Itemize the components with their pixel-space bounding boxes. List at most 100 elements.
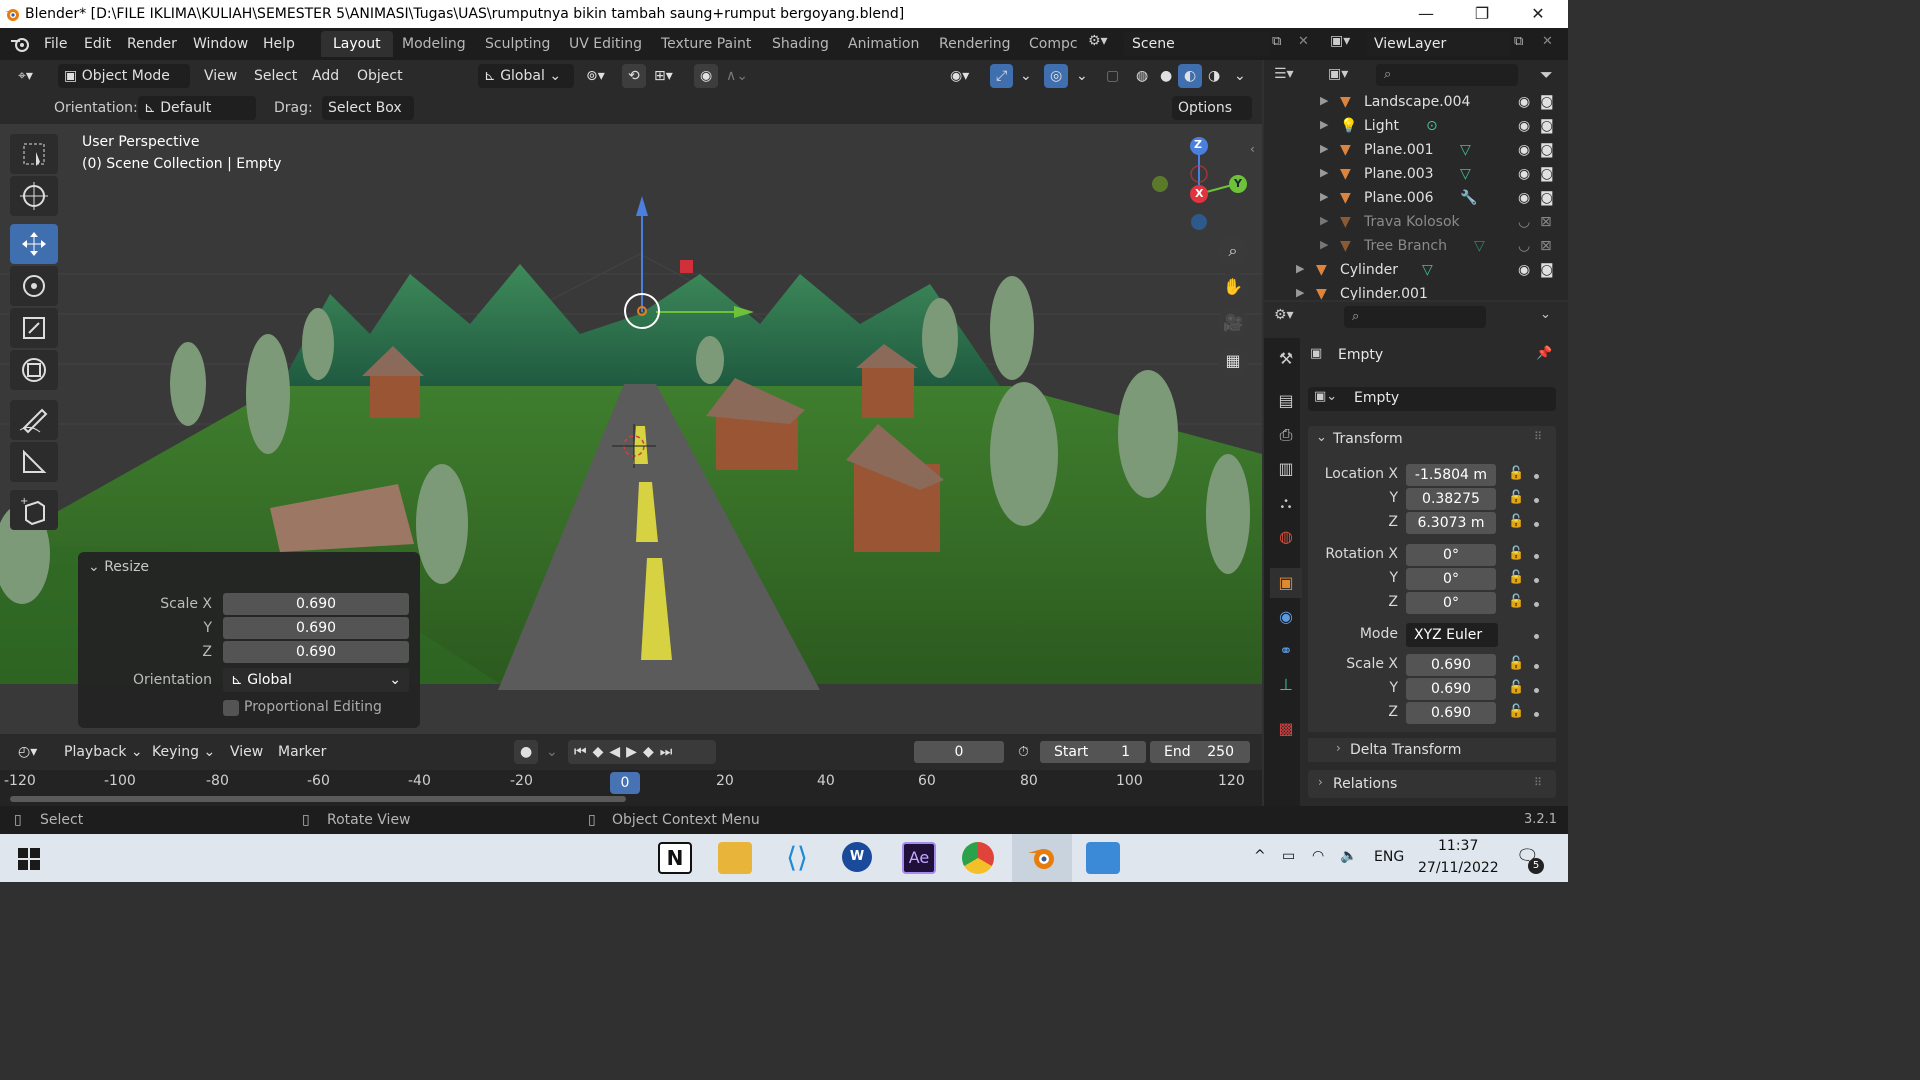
delete-viewlayer-icon[interactable]: ✕ xyxy=(1542,34,1558,49)
keyframe-dot-icon[interactable] xyxy=(1534,634,1539,639)
resize-scale-x-field[interactable]: 0.690 xyxy=(223,593,409,615)
viewlayer-selector-icon[interactable]: ▣▾ xyxy=(1330,33,1364,49)
scale-y-field[interactable]: 0.690 xyxy=(1406,678,1496,700)
pin-icon[interactable]: 📌 xyxy=(1536,346,1552,361)
camera-render-icon[interactable]: ◙ xyxy=(1540,118,1554,134)
expand-arrow-icon[interactable]: ▶ xyxy=(1296,262,1304,275)
windows-start-icon[interactable] xyxy=(18,848,40,870)
eye-closed-icon[interactable]: ◡ xyxy=(1518,214,1530,230)
camera-render-icon[interactable]: ◙ xyxy=(1540,262,1554,278)
chevron-up-icon[interactable]: ^ xyxy=(1254,848,1266,864)
camera-render-disabled-icon[interactable]: ⊠ xyxy=(1540,238,1552,254)
keyframe-dot-icon[interactable] xyxy=(1534,474,1539,479)
viewlayer-name-field[interactable]: ViewLayer xyxy=(1366,32,1510,56)
lock-icon[interactable]: 🔓 xyxy=(1508,514,1524,529)
rotation-mode-dropdown[interactable]: XYZ Euler ⌄ xyxy=(1406,623,1498,667)
overlays-toggle-icon[interactable]: ◎ xyxy=(1044,64,1069,88)
jump-end-icon[interactable]: ⏭ xyxy=(660,744,679,760)
scale-tool-icon[interactable] xyxy=(10,308,58,348)
minimize-button[interactable]: — xyxy=(1398,0,1454,28)
language-indicator[interactable]: ENG xyxy=(1374,849,1404,865)
camera-render-icon[interactable]: ◙ xyxy=(1540,166,1554,182)
proportional-edit-icon[interactable]: ◉ xyxy=(694,64,719,88)
next-keyframe-icon[interactable]: ◆ xyxy=(643,744,660,760)
vscode-icon[interactable]: ⟨⟩ xyxy=(780,842,814,874)
resize-orientation-dropdown[interactable]: ⊾ Global ⌄ xyxy=(223,668,409,692)
location-x-field[interactable]: -1.5804 m xyxy=(1406,464,1496,486)
eye-icon[interactable]: ◉ xyxy=(1518,94,1530,110)
relations-panel-header[interactable]: › Relations ⠿ xyxy=(1308,770,1556,798)
material-preview-shading-icon[interactable]: ◐ xyxy=(1178,64,1203,88)
object-tab-icon[interactable]: ▣ xyxy=(1270,568,1302,598)
gizmo-dropdown-icon[interactable]: ⌄ xyxy=(1014,64,1038,88)
scale-z-field[interactable]: 0.690 xyxy=(1406,702,1496,724)
annotate-tool-icon[interactable] xyxy=(10,400,58,440)
speaker-icon[interactable]: 🔈 xyxy=(1340,848,1357,864)
expand-arrow-icon[interactable]: ▶ xyxy=(1320,118,1328,131)
outliner-row[interactable]: ▶ ▼ Cylinder ▽ ◉ ◙ xyxy=(1264,262,1568,286)
outliner-row[interactable]: ▶ 💡 Light ⊙ ◉ ◙ xyxy=(1264,118,1568,142)
snap-target-icon[interactable]: ⊞▾ xyxy=(648,64,679,88)
chrome-icon[interactable] xyxy=(962,842,994,874)
menu-object[interactable]: Object xyxy=(351,64,409,88)
rendered-shading-icon[interactable]: ◑ xyxy=(1202,64,1226,88)
outliner-row[interactable]: ▶ ▼ Tree Branch ▽ ◡ ⊠ xyxy=(1264,238,1568,262)
after-effects-icon[interactable]: Ae xyxy=(902,842,936,874)
notion-app-icon[interactable]: N xyxy=(658,842,692,874)
end-frame-field[interactable]: End 250 xyxy=(1150,741,1250,763)
blender-taskbar-item[interactable] xyxy=(1012,834,1072,882)
gizmo-toggle-icon[interactable]: ⤢ xyxy=(990,64,1014,88)
rotation-y-field[interactable]: 0° xyxy=(1406,568,1496,590)
tab-compositing[interactable]: Compc xyxy=(1017,31,1079,57)
start-frame-field[interactable]: Start 1 xyxy=(1040,741,1146,763)
options-dropdown[interactable]: Options ⌄ xyxy=(1172,96,1252,140)
keyframe-dot-icon[interactable] xyxy=(1534,554,1539,559)
constraints-tab-icon[interactable]: ⚭ xyxy=(1270,636,1302,666)
expand-arrow-icon[interactable]: ▶ xyxy=(1320,238,1328,251)
play-icon[interactable]: ▶ xyxy=(626,744,643,760)
play-reverse-icon[interactable]: ◀ xyxy=(609,744,626,760)
navigation-gizmo[interactable]: Z Y X xyxy=(1146,134,1252,240)
scene-name-field[interactable]: Scene xyxy=(1124,32,1270,56)
playback-menu[interactable]: Playback ⌄ xyxy=(58,740,149,764)
transform-orientation-dropdown[interactable]: ⊾ Global ⌄ xyxy=(478,64,574,88)
proportional-falloff-icon[interactable]: ∧⌄ xyxy=(720,64,754,88)
object-name-field[interactable]: ▣⌄ Empty xyxy=(1308,387,1556,411)
view-layer-tab-icon[interactable]: ▥ xyxy=(1270,454,1302,484)
overlays-dropdown-icon[interactable]: ⌄ xyxy=(1070,64,1094,88)
jump-start-icon[interactable]: ⏮ xyxy=(574,744,593,760)
current-frame-indicator[interactable]: 0 xyxy=(610,772,640,794)
lock-icon[interactable]: 🔓 xyxy=(1508,490,1524,505)
lock-icon[interactable]: 🔓 xyxy=(1508,656,1524,671)
delta-transform-subpanel[interactable]: › Delta Transform xyxy=(1308,738,1556,762)
keyframe-dot-icon[interactable] xyxy=(1534,712,1539,717)
editor-type-icon[interactable]: ⌖▾ xyxy=(12,64,39,88)
prev-keyframe-icon[interactable]: ◆ xyxy=(593,744,610,760)
playback-controls[interactable]: ⏮◆◀▶◆⏭ xyxy=(568,740,716,764)
lock-icon[interactable]: 🔓 xyxy=(1508,680,1524,695)
lock-icon[interactable]: 🔓 xyxy=(1508,594,1524,609)
outliner-row[interactable]: ▶ ▼ Trava Kolosok ◡ ⊠ xyxy=(1264,214,1568,238)
tab-rendering[interactable]: Rendering xyxy=(927,31,1023,57)
tab-sculpting[interactable]: Sculpting xyxy=(473,31,562,57)
pan-hand-icon[interactable]: ✋ xyxy=(1218,272,1248,302)
tool-tab-icon[interactable]: ⚒ xyxy=(1270,344,1302,374)
new-scene-icon[interactable]: ⧉ xyxy=(1272,34,1292,49)
resize-scale-y-field[interactable]: 0.690 xyxy=(223,617,409,639)
eye-closed-icon[interactable]: ◡ xyxy=(1518,238,1530,254)
current-frame-field[interactable]: 0 xyxy=(914,741,1004,763)
expand-arrow-icon[interactable]: ▶ xyxy=(1320,214,1328,227)
visibility-icon[interactable]: ◉▾ xyxy=(944,64,975,88)
tab-shading[interactable]: Shading xyxy=(760,31,841,57)
menu-view[interactable]: View xyxy=(198,64,243,88)
expand-arrow-icon[interactable]: ▶ xyxy=(1320,94,1328,107)
outliner-row[interactable]: ▶ ▼ Cylinder.001 xyxy=(1264,286,1568,300)
camera-render-disabled-icon[interactable]: ⊠ xyxy=(1540,214,1552,230)
resize-scale-z-field[interactable]: 0.690 xyxy=(223,641,409,663)
render-tab-icon[interactable]: ▤ xyxy=(1270,386,1302,416)
timeline-editor-type-icon[interactable]: ◴▾ xyxy=(12,740,43,764)
record-keyframe-icon[interactable]: ● xyxy=(514,740,539,764)
timeline-view-menu[interactable]: View xyxy=(224,740,269,764)
outliner-editor-type-icon[interactable]: ☰▾ xyxy=(1274,66,1334,82)
tab-layout[interactable]: Layout xyxy=(321,31,393,57)
